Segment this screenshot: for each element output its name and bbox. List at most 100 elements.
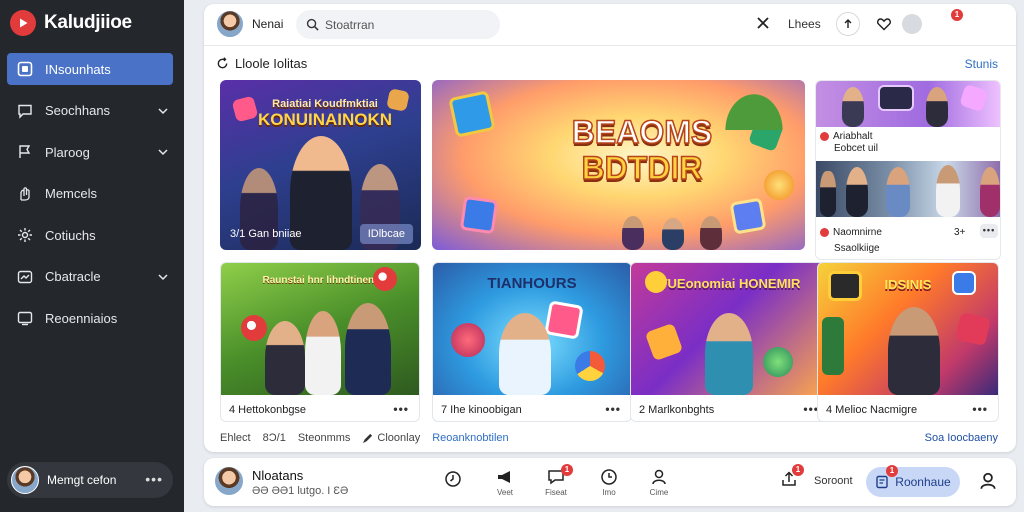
timer-button[interactable]: Imo — [594, 468, 624, 497]
chat-icon — [17, 103, 33, 119]
chevron-down-icon[interactable] — [157, 146, 169, 158]
sort-label[interactable]: Soroont — [814, 475, 853, 487]
like-button[interactable] — [872, 12, 896, 36]
game-caption: 2 Marlkonbghts — [639, 404, 715, 416]
play-square-icon — [17, 61, 33, 77]
chevron-down-icon[interactable] — [157, 105, 169, 117]
notification-badge: 1 — [951, 9, 963, 21]
game-tile-icon — [544, 300, 584, 340]
game-tile-icon — [459, 195, 499, 235]
tab-steonmms[interactable]: Steonmms — [298, 432, 351, 444]
search-box[interactable] — [296, 10, 500, 39]
brand[interactable]: Kaludjiioe — [10, 10, 132, 36]
game-card[interactable]: TUEonomiai HONEMIR 2 Marlkonbghts ••• — [630, 262, 830, 422]
crowd-figure — [662, 218, 684, 250]
sidebar-item-insounhats[interactable]: INsounhats — [7, 53, 173, 85]
tab-active[interactable]: Reoanknobtilen — [432, 432, 508, 444]
sidebar-nav: INsounhats Seochhans Plaroog Memcels Cot… — [7, 53, 173, 344]
more-icon[interactable]: ••• — [972, 402, 988, 416]
feed-row[interactable]: Naomnirne — [820, 227, 882, 238]
clock-button[interactable] — [438, 470, 468, 491]
person-figure — [265, 321, 305, 395]
more-icon[interactable]: ••• — [145, 471, 163, 487]
sidebar-item-label: Reoenniaios — [45, 310, 118, 326]
see-all-link[interactable]: Stunis — [965, 57, 998, 71]
person-figure — [499, 313, 551, 395]
filter-tabs: Ehlect 8Ɔ/1 Steonmms Cloonlay Reoanknobt… — [220, 432, 509, 444]
game-tile-icon — [955, 312, 991, 346]
more-icon[interactable]: ••• — [980, 224, 998, 238]
feed-thumbnail[interactable] — [816, 161, 1000, 217]
tab-cloonlay[interactable]: Cloonlay — [362, 432, 420, 444]
person-figure — [936, 165, 960, 217]
chevron-down-icon[interactable] — [157, 271, 169, 283]
section-header: Lloole Iolitas — [216, 56, 307, 71]
sidebar-item-plaroog[interactable]: Plaroog — [7, 136, 173, 168]
game-tile-icon — [959, 83, 989, 113]
sidebar-item-memcels[interactable]: Memcels — [7, 178, 173, 210]
sidebar-item-label: Seochhans — [45, 103, 111, 118]
share-icon — [844, 19, 852, 28]
sidebar-item-seochhans[interactable]: Seochhans — [7, 95, 173, 127]
status-dot[interactable] — [902, 14, 922, 34]
chat-button[interactable]: Fiseat 1 — [541, 464, 573, 497]
document-icon — [876, 475, 888, 489]
main-panel: Nenai Lhees 1 Lloole Iolitas Stunis Raia… — [204, 4, 1016, 452]
game-card[interactable]: IDSINIS 4 Melioc Nacmigre ••• — [817, 262, 999, 422]
game-thumbnail: TUEonomiai HONEMIR — [631, 263, 829, 395]
megaphone-icon — [498, 471, 510, 483]
person-figure — [926, 87, 948, 127]
game-card[interactable]: Raunstai hnr lihndtinent 4 Hettokonbgse … — [220, 262, 420, 422]
top-bar: Nenai Lhees 1 — [204, 4, 1016, 46]
game-thumbnail: IDSINIS — [818, 263, 998, 395]
tab-ehlect[interactable]: Ehlect — [220, 432, 251, 444]
more-icon[interactable]: ••• — [393, 402, 409, 416]
app-name: Kaludjiioe — [44, 12, 132, 33]
person-figure — [980, 167, 1000, 217]
close-icon[interactable] — [754, 14, 772, 32]
refresh-icon — [217, 57, 228, 69]
game-card[interactable]: TIANHOURS 7 Ihe kinoobigan ••• — [432, 262, 632, 422]
avatar[interactable] — [214, 466, 244, 496]
avatar[interactable] — [216, 10, 244, 38]
card-tag[interactable]: IDlbcae — [359, 224, 413, 244]
orb — [451, 323, 485, 357]
sidebar-item-label: Plaroog — [45, 144, 90, 160]
account-icon[interactable] — [978, 471, 998, 491]
game-tile-icon — [448, 90, 496, 138]
sidebar-item-reoenniaios[interactable]: Reoenniaios — [7, 302, 173, 334]
primary-action-button[interactable]: Roonhaue 1 — [866, 465, 960, 497]
ball-icon — [241, 315, 267, 341]
profile-button[interactable]: Cime — [644, 468, 674, 497]
card-title: Raiatiai Koudfmktiai KONUINAINOKN — [257, 98, 393, 129]
gear-icon — [17, 227, 33, 243]
tab-right-link[interactable]: Soa Ioocbaeny — [925, 432, 998, 444]
card-caption: 3/1 Gan bniiae — [230, 228, 302, 240]
announce-button[interactable]: Veet — [490, 468, 520, 497]
game-tile-icon — [644, 322, 684, 362]
search-input[interactable] — [325, 17, 485, 32]
sidebar-item-cotiuchs[interactable]: Cotiuchs — [7, 219, 173, 251]
avatar — [11, 466, 39, 494]
featured-card[interactable]: Raiatiai Koudfmktiai KONUINAINOKN 3/1 Ga… — [220, 80, 421, 250]
coin-icon — [645, 271, 667, 293]
notification-badge: 1 — [561, 464, 573, 476]
clock-icon — [445, 471, 461, 487]
current-user-chip[interactable]: Memgt cefon ••• — [7, 462, 173, 498]
share-up-button[interactable]: 1 — [774, 464, 804, 491]
sidebar-item-cbatracle[interactable]: Cbatracle — [7, 261, 173, 293]
feed-row[interactable]: Ariabhalt — [820, 131, 872, 142]
game-tile-icon — [828, 271, 862, 301]
live-dot-icon — [820, 132, 829, 141]
game-caption: 4 Melioc Nacmigre — [826, 404, 918, 416]
timer-icon — [601, 469, 617, 485]
side-feed-card[interactable]: Ariabhalt Eobcet uil Naomnirne Ssaolkiig… — [815, 80, 1001, 260]
share-button[interactable] — [836, 12, 860, 36]
sidebar: Kaludjiioe INsounhats Seochhans Plaroog — [0, 0, 184, 512]
featured-banner[interactable]: BEAOMS BDTDIR — [432, 80, 805, 250]
feed-thumbnail[interactable] — [816, 81, 1000, 127]
live-dot-icon — [820, 228, 829, 237]
top-label[interactable]: Lhees — [788, 17, 821, 31]
tab-801[interactable]: 8Ɔ/1 — [263, 432, 286, 444]
more-icon[interactable]: ••• — [605, 402, 621, 416]
